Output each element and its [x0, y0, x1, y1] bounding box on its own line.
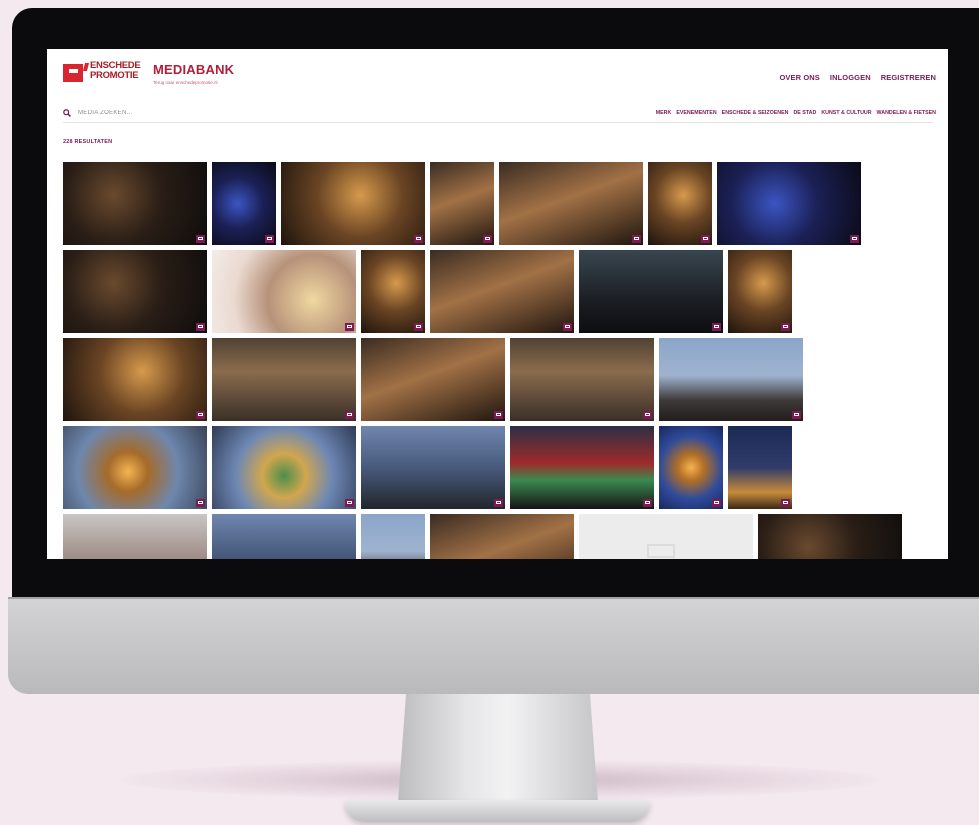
image-icon: [701, 235, 710, 243]
media-tile[interactable]: [728, 426, 792, 509]
media-tile[interactable]: [63, 514, 207, 559]
image-icon: [643, 499, 652, 507]
nav-about[interactable]: OVER ONS: [780, 73, 820, 82]
logo-line-2: PROMOTIE: [90, 70, 139, 81]
image-icon: [643, 411, 652, 419]
logo-mark-icon: [63, 64, 83, 82]
image-icon: [632, 235, 641, 243]
media-tile[interactable]: [361, 514, 425, 559]
media-tile[interactable]: [63, 162, 207, 245]
image-icon: [494, 411, 503, 419]
media-tile[interactable]: [212, 514, 356, 559]
image-icon: [345, 411, 354, 419]
back-link[interactable]: Terug naar enschedepromotie.nl: [153, 80, 218, 85]
results-count: 228 RESULTATEN: [63, 139, 113, 145]
image-icon: [196, 411, 205, 419]
media-tile[interactable]: [659, 426, 723, 509]
image-icon: [850, 235, 859, 243]
image-icon: [792, 411, 801, 419]
image-icon: [345, 499, 354, 507]
media-tile[interactable]: [510, 426, 654, 509]
media-tile[interactable]: [430, 162, 494, 245]
image-icon: [494, 499, 503, 507]
category-seizoenen[interactable]: ENSCHEDE & SEIZOENEN: [722, 110, 789, 116]
media-tile[interactable]: [430, 250, 574, 333]
media-tile[interactable]: [361, 338, 505, 421]
category-nav: MERK EVENEMENTEN ENSCHEDE & SEIZOENEN DE…: [656, 110, 936, 116]
nav-register[interactable]: REGISTREREN: [881, 73, 936, 82]
media-tile[interactable]: [510, 338, 654, 421]
media-tile[interactable]: [63, 250, 207, 333]
monitor-stand: [398, 694, 598, 802]
image-icon: [563, 323, 572, 331]
media-tile[interactable]: [499, 162, 643, 245]
logo-accent-icon: [82, 63, 90, 71]
image-icon: [781, 323, 790, 331]
top-nav: OVER ONS INLOGGEN REGISTREREN: [780, 73, 937, 82]
image-icon: [414, 235, 423, 243]
media-tile[interactable]: [212, 162, 276, 245]
monitor-stand-foot: [345, 800, 650, 822]
category-de-stad[interactable]: DE STAD: [793, 110, 816, 116]
media-tile[interactable]: [579, 250, 723, 333]
image-icon: [265, 235, 274, 243]
media-tile-placeholder[interactable]: [579, 514, 753, 559]
media-tile[interactable]: [212, 338, 356, 421]
category-merk[interactable]: MERK: [656, 110, 672, 116]
image-icon: [196, 499, 205, 507]
image-icon: [712, 499, 721, 507]
nav-login[interactable]: INLOGGEN: [830, 73, 871, 82]
image-icon: [345, 323, 354, 331]
search-input[interactable]: [78, 107, 258, 119]
media-tile[interactable]: [281, 162, 425, 245]
image-icon: [781, 499, 790, 507]
media-tile[interactable]: [63, 338, 207, 421]
monitor-chin: [8, 597, 979, 694]
category-wandelen-fietsen[interactable]: WANDELEN & FIETSEN: [877, 110, 936, 116]
logo-text: ENSCHEDE PROMOTIE: [90, 61, 141, 81]
image-icon: [414, 323, 423, 331]
media-tile[interactable]: [728, 250, 792, 333]
media-tile[interactable]: [212, 250, 356, 333]
image-icon: [196, 235, 205, 243]
media-tile[interactable]: [758, 514, 902, 559]
screen: ENSCHEDE PROMOTIE MEDIABANK Terug naar e…: [47, 49, 948, 559]
monitor-edge: [8, 597, 979, 599]
image-icon: [483, 235, 492, 243]
media-tile[interactable]: [361, 426, 505, 509]
media-tile[interactable]: [63, 426, 207, 509]
image-icon: [196, 323, 205, 331]
media-tile[interactable]: [212, 426, 356, 509]
search-icon[interactable]: [63, 109, 71, 117]
media-tile[interactable]: [717, 162, 861, 245]
media-tile[interactable]: [648, 162, 712, 245]
image-placeholder-icon: [647, 544, 675, 558]
image-icon: [712, 323, 721, 331]
site-title[interactable]: MEDIABANK: [153, 62, 234, 77]
media-tile[interactable]: [361, 250, 425, 333]
site-header: ENSCHEDE PROMOTIE MEDIABANK Terug naar e…: [47, 49, 948, 109]
category-evenementen[interactable]: EVENEMENTEN: [676, 110, 716, 116]
category-kunst-cultuur[interactable]: KUNST & CULTUUR: [821, 110, 871, 116]
media-tile[interactable]: [430, 514, 574, 559]
media-tile[interactable]: [659, 338, 803, 421]
